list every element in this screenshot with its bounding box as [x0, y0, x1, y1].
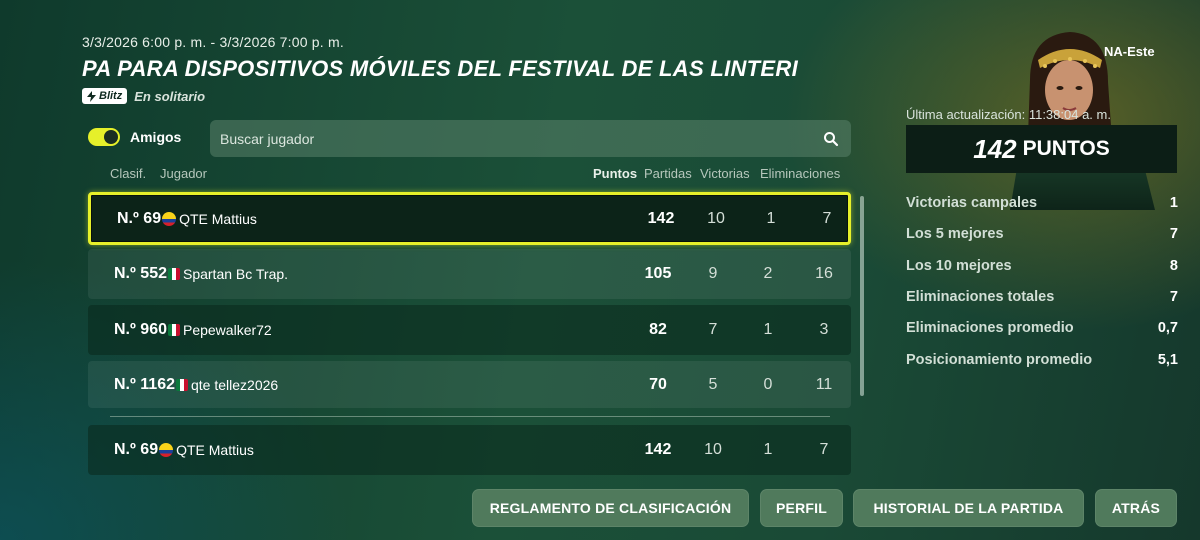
rank-cell: N.º 69 QTE Mattius [117, 210, 257, 228]
rank-value: N.º 960 [114, 321, 167, 338]
stat-label: Victorias campales [906, 195, 1038, 211]
stat-row: Eliminaciones totales 7 [906, 289, 1178, 305]
self-row-divider [110, 416, 830, 417]
match-history-button[interactable]: HISTORIAL DE LA PARTIDA [853, 489, 1084, 527]
wins-cell: 1 [763, 321, 773, 338]
stat-label: Eliminaciones promedio [906, 320, 1074, 336]
rank-value: N.º 69 [114, 441, 159, 458]
rank-cell: N.º 552 Spartan Bc Trap. [114, 265, 288, 283]
col-header-rank: Clasif. [110, 166, 147, 181]
rank-cell: N.º 69 QTE Mattius [114, 441, 254, 459]
matches-cell: 9 [708, 265, 718, 282]
profile-button[interactable]: PERFIL [760, 489, 843, 527]
player-name: Pepewalker72 [182, 322, 272, 338]
mode-badge: Blitz [82, 88, 128, 104]
col-header-points: Puntos [593, 166, 638, 181]
mode-row: Blitz En solitario [82, 88, 907, 104]
stat-value: 8 [1169, 258, 1178, 274]
stat-label: Eliminaciones totales [906, 289, 1055, 305]
points-cell: 142 [644, 441, 672, 458]
table-row[interactable]: N.º 960 Pepewalker72 82 7 1 3 [88, 305, 851, 355]
eliminations-cell: 7 [819, 441, 829, 458]
points-cell: 70 [649, 375, 667, 393]
points-cell: 142 [647, 209, 675, 227]
mexico-flag-icon [167, 324, 180, 336]
toggle-knob [104, 130, 118, 144]
stat-row: Los 5 mejores 7 [906, 226, 1178, 242]
stat-row: Los 10 mejores 8 [906, 258, 1178, 274]
player-name: QTE Mattius [179, 210, 257, 227]
player-name: QTE Mattius [176, 442, 254, 458]
stat-value: 5,1 [1157, 352, 1178, 368]
mode-badge-label: Blitz [99, 90, 123, 102]
eliminations-cell: 3 [819, 321, 829, 338]
last-update: Última actualización: 11:38:04 a. m. [906, 107, 1111, 122]
stat-row: Victorias campales 1 [906, 195, 1178, 211]
event-header: 3/3/2026 6:00 p. m. - 3/3/2026 7:00 p. m… [82, 34, 907, 104]
col-header-eliminations: Eliminaciones [760, 166, 841, 181]
event-title: PA PARA DISPOSITIVOS MÓVILES DEL FESTIVA… [82, 56, 798, 81]
stat-label: Posicionamiento promedio [906, 352, 1093, 368]
total-points-value: 142 [973, 133, 1017, 164]
rank-value: N.º 552 [114, 265, 167, 282]
wins-cell: 0 [763, 375, 773, 393]
eliminations-cell: 7 [822, 209, 832, 227]
stat-row: Eliminaciones promedio 0,7 [906, 320, 1178, 336]
mexico-flag-icon [167, 268, 180, 280]
stat-label: Los 5 mejores [906, 226, 1004, 242]
stat-label: Los 10 mejores [906, 258, 1012, 274]
table-row[interactable]: N.º 69 QTE Mattius 142 10 1 7 [88, 192, 851, 245]
bolt-icon [87, 90, 96, 102]
search-box[interactable] [210, 120, 851, 157]
colombia-flag-icon [162, 211, 177, 226]
player-name: Spartan Bc Trap. [182, 266, 289, 282]
stat-row: Posicionamiento promedio 5,1 [906, 352, 1178, 368]
total-points-box: 142 PUNTOS [906, 125, 1177, 173]
eliminations-cell: 16 [815, 265, 833, 282]
stat-value: 1 [1169, 195, 1178, 211]
points-cell: 82 [649, 321, 667, 338]
total-points-label: PUNTOS [1022, 137, 1110, 160]
matches-cell: 10 [707, 209, 725, 227]
col-header-matches: Partidas [644, 166, 692, 181]
rank-value: N.º 1162 [114, 375, 175, 393]
wins-cell: 2 [763, 265, 773, 282]
region-label: NA-Este [1104, 44, 1155, 59]
table-row[interactable]: N.º 1162 qte tellez2026 70 5 0 11 [88, 361, 851, 408]
rules-button[interactable]: REGLAMENTO DE CLASIFICACIÓN [472, 489, 749, 527]
leaderboard-column-headers: Clasif. Jugador Puntos Partidas Victoria… [88, 166, 853, 182]
rank-cell: N.º 960 Pepewalker72 [114, 321, 272, 339]
rank-value: N.º 69 [117, 209, 162, 227]
search-icon[interactable] [823, 131, 839, 147]
matches-cell: 10 [704, 441, 722, 458]
event-date-range: 3/3/2026 6:00 p. m. - 3/3/2026 7:00 p. m… [82, 34, 344, 50]
wins-cell: 1 [763, 441, 773, 458]
stat-value: 7 [1169, 226, 1178, 242]
friends-label: Amigos [130, 129, 182, 145]
table-row[interactable]: N.º 552 Spartan Bc Trap. 105 9 2 16 [88, 249, 851, 299]
stat-value: 0,7 [1157, 320, 1178, 336]
mexico-flag-icon [176, 378, 188, 391]
matches-cell: 7 [708, 321, 718, 338]
matches-cell: 5 [708, 375, 718, 393]
search-input[interactable] [220, 130, 800, 147]
wins-cell: 1 [766, 209, 776, 227]
rank-cell: N.º 1162 qte tellez2026 [114, 376, 278, 394]
friends-toggle-switch[interactable] [88, 128, 120, 146]
points-cell: 105 [644, 265, 672, 282]
colombia-flag-icon [159, 443, 174, 457]
col-header-player: Jugador [160, 166, 207, 181]
self-table-row[interactable]: N.º 69 QTE Mattius 142 10 1 7 [88, 425, 851, 475]
mode-text: En solitario [134, 88, 206, 104]
player-name: qte tellez2026 [191, 376, 279, 393]
friends-toggle[interactable]: Amigos [88, 128, 181, 146]
stat-value: 7 [1169, 289, 1178, 305]
leaderboard-scrollbar[interactable] [860, 196, 864, 396]
eliminations-cell: 11 [815, 375, 833, 393]
back-button[interactable]: ATRÁS [1095, 489, 1177, 527]
col-header-wins: Victorias [700, 166, 750, 181]
